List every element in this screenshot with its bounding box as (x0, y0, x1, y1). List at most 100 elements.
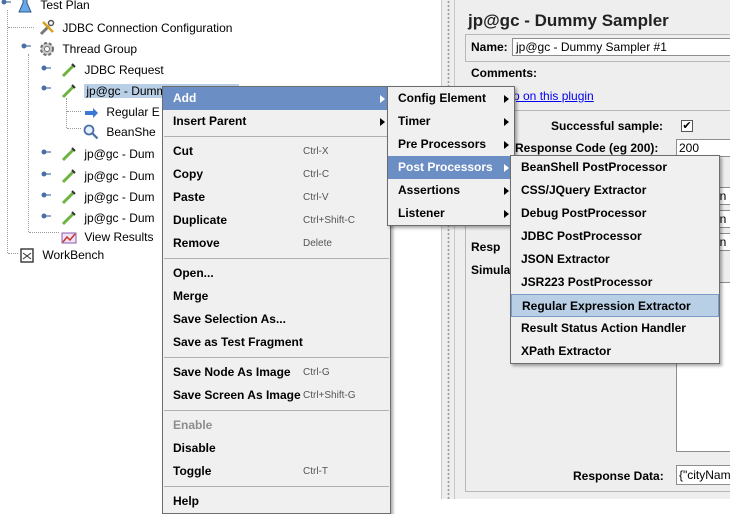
tree-node-beanshell[interactable]: BeanShe (82, 121, 156, 141)
menu-item-open[interactable]: Open... (163, 262, 390, 285)
menu-item-config-element[interactable]: Config Element (388, 87, 514, 110)
menu-item-beanshell-postprocessor[interactable]: BeanShell PostProcessor (511, 156, 719, 179)
menu-item-save-selection-as[interactable]: Save Selection As... (163, 308, 390, 331)
tree-node-dummy-sampler[interactable]: jp@gc - Dum (41, 207, 155, 227)
tree-node-view-results[interactable]: View Results (60, 226, 153, 246)
menu-accelerator: Ctrl-V (303, 192, 329, 203)
menu-item-xpath-extractor[interactable]: XPath Extractor (511, 340, 719, 363)
menu-item-result-status-action-handler[interactable]: Result Status Action Handler (511, 317, 719, 340)
menu-accelerator: Ctrl+Shift-G (303, 390, 356, 401)
tree-connector (67, 128, 81, 129)
menu-item-paste[interactable]: Paste Ctrl-V (163, 186, 390, 209)
menu-item-label: Regular Expression Extractor (522, 299, 691, 313)
menu-item-listener[interactable]: Listener (388, 202, 514, 225)
response-time-label: Resp (471, 240, 501, 254)
sampler-pipette-icon (61, 147, 76, 161)
tree-label: Test Plan (40, 0, 90, 12)
tree-label: BeanShe (106, 124, 156, 139)
menu-accelerator: Ctrl-G (303, 367, 330, 378)
menu-item-label: Open... (173, 266, 214, 280)
menu-item-toggle[interactable]: Toggle Ctrl-T (163, 460, 390, 483)
menu-item-label: JSR223 PostProcessor (521, 275, 653, 289)
successful-sample-checkbox[interactable]: ✔ (681, 120, 693, 132)
split-pane-divider[interactable] (441, 0, 455, 499)
menu-accelerator: Ctrl-X (303, 146, 329, 157)
expand-toggle-icon[interactable] (40, 189, 52, 201)
tree-node-jdbc-request[interactable]: JDBC Request (41, 59, 164, 79)
menu-item-copy[interactable]: Copy Ctrl-C (163, 163, 390, 186)
menu-item-label: Enable (173, 418, 213, 432)
menu-item-label: Config Element (398, 91, 487, 105)
expand-toggle-icon[interactable] (40, 62, 52, 74)
tree-node-test-plan[interactable]: Test Plan (1, 0, 90, 14)
collapse-toggle-icon[interactable] (0, 0, 12, 9)
menu-item-disable[interactable]: Disable (163, 437, 390, 460)
menu-item-cut[interactable]: Cut Ctrl-X (163, 140, 390, 163)
help-link[interactable]: p on this plugin (513, 89, 594, 103)
menu-item-save-node-as-image[interactable]: Save Node As Image Ctrl-G (163, 361, 390, 384)
menu-item-assertions[interactable]: Assertions (388, 179, 514, 202)
tree-label: Thread Group (62, 41, 138, 56)
sampler-pipette-icon (61, 63, 76, 77)
menu-item-help[interactable]: Help (163, 490, 390, 513)
workbench-clipboard-icon (20, 248, 34, 263)
menu-separator (164, 136, 389, 137)
post-processors-submenu: BeanShell PostProcessor CSS/JQuery Extrac… (510, 155, 720, 364)
tree-node-thread-group[interactable]: Thread Group (21, 38, 138, 58)
expand-toggle-icon[interactable] (40, 146, 52, 158)
sampler-pipette-icon (61, 190, 76, 204)
tree-node-dummy-sampler[interactable]: jp@gc - Dum (41, 186, 155, 206)
menu-item-label: Insert Parent (173, 114, 247, 128)
response-data-input[interactable]: {"cityNam (676, 465, 730, 485)
menu-item-regular-expression-extractor[interactable]: Regular Expression Extractor (511, 294, 719, 317)
menu-item-label: Paste (173, 190, 206, 204)
tree-node-workbench[interactable]: WorkBench (18, 244, 104, 264)
menu-item-label: CSS/JQuery Extractor (521, 183, 647, 197)
submenu-arrow-icon (504, 164, 509, 172)
menu-separator (164, 410, 389, 411)
menu-accelerator: Ctrl-C (303, 169, 330, 180)
expand-toggle-icon[interactable] (40, 168, 52, 180)
tree-connector (66, 98, 67, 128)
menu-item-save-screen-as-image[interactable]: Save Screen As Image Ctrl+Shift-G (163, 384, 390, 407)
menu-item-jsr223-postprocessor[interactable]: JSR223 PostProcessor (511, 271, 719, 294)
tree-label: jp@gc - Dum (84, 168, 155, 183)
menu-item-remove[interactable]: Remove Delete (163, 232, 390, 255)
response-code-label: Response Code (eg 200): (515, 141, 659, 155)
menu-item-pre-processors[interactable]: Pre Processors (388, 133, 514, 156)
menu-item-label: Save as Test Fragment (173, 335, 303, 349)
simulate-label: Simula (471, 263, 511, 277)
menu-item-merge[interactable]: Merge (163, 285, 390, 308)
menu-item-timer[interactable]: Timer (388, 110, 514, 133)
tree-node-dummy-sampler[interactable]: jp@gc - Dum (41, 165, 155, 185)
menu-item-debug-postprocessor[interactable]: Debug PostProcessor (511, 202, 719, 225)
menu-item-label: Add (173, 91, 197, 105)
expand-toggle-icon[interactable] (40, 210, 52, 222)
tree-label: WorkBench (42, 247, 105, 262)
divider-grip (447, 0, 450, 499)
menu-item-save-as-test-fragment[interactable]: Save as Test Fragment (163, 331, 390, 354)
menu-item-insert-parent[interactable]: Insert Parent (163, 110, 390, 133)
tree-node-dummy-sampler[interactable]: jp@gc - Dum (41, 143, 155, 163)
menu-item-css-jquery-extractor[interactable]: CSS/JQuery Extractor (511, 179, 719, 202)
menu-item-label: Debug PostProcessor (521, 206, 647, 220)
menu-item-label: Pre Processors (398, 137, 487, 151)
tree-node-jdbc-config[interactable]: JDBC Connection Configuration (38, 17, 232, 37)
menu-item-label: JDBC PostProcessor (521, 229, 642, 243)
submenu-arrow-icon (504, 95, 509, 103)
menu-accelerator: Ctrl+Shift-C (303, 215, 355, 226)
tree-node-regular-extractor[interactable]: Regular E (82, 101, 160, 121)
menu-item-label: Save Selection As... (173, 312, 286, 326)
collapse-toggle-icon[interactable] (20, 41, 32, 53)
menu-item-post-processors[interactable]: Post Processors (388, 156, 514, 179)
menu-item-jdbc-postprocessor[interactable]: JDBC PostProcessor (511, 225, 719, 248)
submenu-arrow-icon (380, 118, 385, 126)
sampler-pipette-icon (61, 84, 76, 98)
menu-item-json-extractor[interactable]: JSON Extractor (511, 248, 719, 271)
name-input[interactable]: jp@gc - Dummy Sampler #1 (512, 38, 730, 56)
tree-label: jp@gc - Dum (84, 189, 155, 204)
menu-item-add[interactable]: Add (163, 87, 390, 110)
collapse-toggle-icon[interactable] (40, 83, 52, 95)
panel-title: jp@gc - Dummy Sampler (468, 11, 669, 30)
menu-item-duplicate[interactable]: Duplicate Ctrl+Shift-C (163, 209, 390, 232)
